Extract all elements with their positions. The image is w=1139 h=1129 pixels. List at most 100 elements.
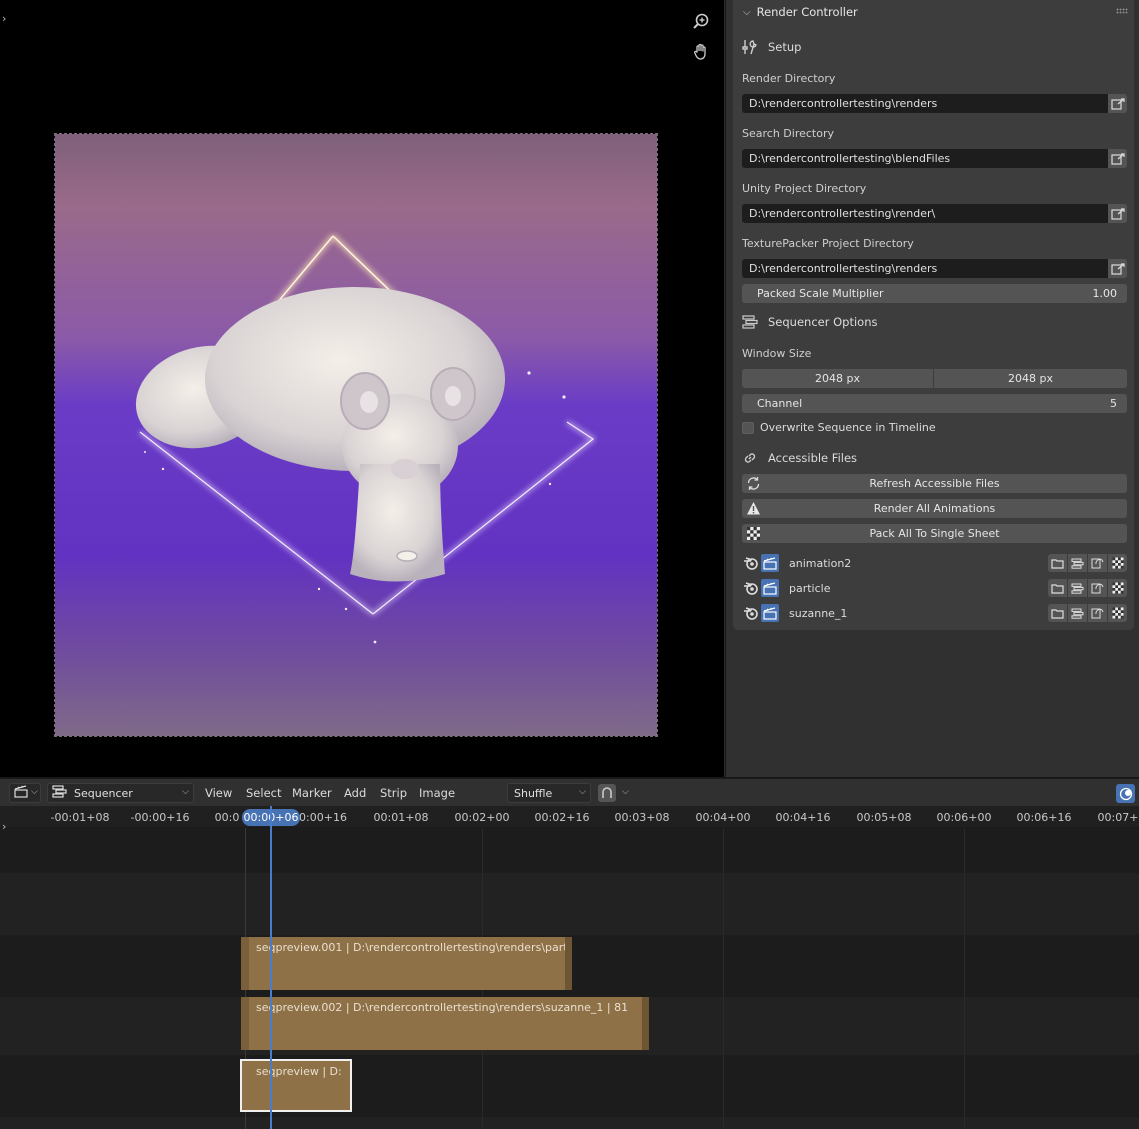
accessible-files-section: Accessible Files xyxy=(742,450,857,466)
channel-row xyxy=(0,828,1139,873)
tools-icon xyxy=(742,39,758,55)
folder-icon[interactable] xyxy=(1048,554,1067,572)
search-dir-label: Search Directory xyxy=(742,127,834,140)
sequencer-icon[interactable] xyxy=(1068,554,1087,572)
ruler-tick: 00:0 xyxy=(214,811,240,824)
ruler-tick: 00:05+08 xyxy=(856,811,912,824)
render-controller-panel: ⌵ Render Controller Setup Render Directo… xyxy=(733,0,1134,630)
checker-texture-icon[interactable] xyxy=(1108,554,1127,572)
list-item[interactable]: suzanne_1 xyxy=(742,603,1127,623)
export-file-icon[interactable] xyxy=(1088,604,1107,622)
ruler-tick: 00:02+00 xyxy=(454,811,510,824)
texturepacker-dir-field[interactable]: D:\rendercontrollertesting\renders xyxy=(742,259,1108,278)
image-strip[interactable]: seqpreview.001 | D:\rendercontrollertest… xyxy=(241,937,572,990)
window-size-label: Window Size xyxy=(742,347,812,360)
pan-hand-icon[interactable] xyxy=(691,42,711,62)
animation-name: suzanne_1 xyxy=(789,606,848,620)
sequencer-icon[interactable] xyxy=(1068,579,1087,597)
list-item[interactable]: animation2 xyxy=(742,553,1127,573)
overwrite-checkbox-row[interactable]: Overwrite Sequence in Timeline xyxy=(742,421,936,434)
folder-icon[interactable] xyxy=(1048,579,1067,597)
file-browse-icon[interactable] xyxy=(1108,149,1127,168)
sequencer-options-label: Sequencer Options xyxy=(768,315,878,329)
clapboard-icon[interactable] xyxy=(761,579,779,597)
packed-scale-label: Packed Scale Multiplier xyxy=(757,287,884,300)
image-strip[interactable]: seqpreview.002 | D:\rendercontrollertest… xyxy=(241,997,649,1050)
texturepacker-dir-label: TexturePacker Project Directory xyxy=(742,237,914,250)
ruler-tick: 00:03+08 xyxy=(614,811,670,824)
file-browse-icon[interactable] xyxy=(1108,94,1127,113)
render-dir-label: Render Directory xyxy=(742,72,836,85)
refresh-icon xyxy=(746,476,761,491)
window-height-field[interactable]: 2048 px xyxy=(934,369,1127,388)
menu-strip[interactable]: Strip xyxy=(380,786,407,800)
blender-icon[interactable] xyxy=(742,554,760,572)
time-ruler[interactable]: -00:01+08 -00:00+16 00:0 0:00+16 00:01+0… xyxy=(0,806,1139,828)
snapping-toggle[interactable]: ⌵ xyxy=(596,783,634,803)
file-browse-icon[interactable] xyxy=(1108,259,1127,278)
toolbar-toggle-icon[interactable]: › xyxy=(2,820,6,833)
menu-image[interactable]: Image xyxy=(419,786,455,800)
menu-select[interactable]: Select xyxy=(246,786,281,800)
blender-icon[interactable] xyxy=(742,579,760,597)
menu-marker[interactable]: Marker xyxy=(292,786,332,800)
overwrite-checkbox[interactable] xyxy=(742,421,754,434)
folder-icon[interactable] xyxy=(1048,604,1067,622)
playhead[interactable] xyxy=(270,806,272,1129)
menu-view[interactable]: View xyxy=(205,786,232,800)
overlap-mode-dropdown[interactable]: Shuffle ⌵ xyxy=(507,783,591,803)
unity-dir-field[interactable]: D:\rendercontrollertesting\render\ xyxy=(742,204,1108,223)
overlay-toggle-icon[interactable] xyxy=(1116,784,1135,803)
pack-all-label: Pack All To Single Sheet xyxy=(869,527,1000,540)
link-icon xyxy=(742,450,758,466)
image-strip-selected[interactable]: seqpreview | D: xyxy=(240,1059,352,1112)
search-dir-field[interactable]: D:\rendercontrollertesting\blendFiles xyxy=(742,149,1108,168)
view-type-dropdown[interactable]: Sequencer ⌵ xyxy=(47,783,194,803)
ruler-tick: 00:04+16 xyxy=(775,811,831,824)
panel-header[interactable]: ⌵ Render Controller xyxy=(743,5,858,19)
sequencer-header: ⌵ Sequencer ⌵ View Select Marker Add Str… xyxy=(0,778,1139,806)
ruler-tick: 00:07+ xyxy=(1097,811,1139,824)
chevron-down-icon: ⌵ xyxy=(622,787,629,797)
render-dir-field[interactable]: D:\rendercontrollertesting\renders xyxy=(742,94,1108,113)
overlap-mode-label: Shuffle xyxy=(514,786,553,800)
window-width-field[interactable]: 2048 px xyxy=(742,369,933,388)
magnet-icon xyxy=(598,784,616,802)
export-file-icon[interactable] xyxy=(1088,554,1107,572)
chevron-down-icon: ⌵ xyxy=(31,787,38,797)
ruler-tick: 0:00+16 xyxy=(299,811,347,824)
setup-label: Setup xyxy=(768,40,802,54)
ruler-tick: 00:06+00 xyxy=(936,811,992,824)
packed-scale-slider[interactable]: Packed Scale Multiplier 1.00 xyxy=(742,284,1127,303)
channel-value: 5 xyxy=(1110,397,1117,410)
warning-icon xyxy=(746,501,761,516)
chevron-down-icon: ⌵ xyxy=(182,787,189,797)
animation-name: particle xyxy=(789,581,831,595)
checker-texture-icon[interactable] xyxy=(1108,604,1127,622)
blender-icon[interactable] xyxy=(742,604,760,622)
file-browse-icon[interactable] xyxy=(1108,204,1127,223)
toolbar-toggle-icon[interactable]: › xyxy=(2,12,6,25)
drag-grip-icon[interactable] xyxy=(1116,8,1128,14)
channel-field[interactable]: Channel 5 xyxy=(742,394,1127,413)
render-preview-image xyxy=(54,133,658,737)
sequencer-icon[interactable] xyxy=(1068,604,1087,622)
clapboard-icon[interactable] xyxy=(761,604,779,622)
chevron-down-icon: ⌵ xyxy=(743,6,751,18)
chevron-down-icon: ⌵ xyxy=(579,787,586,797)
ruler-tick: -00:00+16 xyxy=(130,811,190,824)
pack-all-button[interactable]: Pack All To Single Sheet xyxy=(742,524,1127,543)
checker-texture-icon[interactable] xyxy=(1108,579,1127,597)
menu-add[interactable]: Add xyxy=(344,786,366,800)
editor-type-button[interactable]: ⌵ xyxy=(9,783,41,803)
export-file-icon[interactable] xyxy=(1088,579,1107,597)
channel-row xyxy=(0,1055,1139,1117)
refresh-accessible-button[interactable]: Refresh Accessible Files xyxy=(742,474,1127,493)
zoom-icon[interactable] xyxy=(691,12,711,32)
render-all-button[interactable]: Render All Animations xyxy=(742,499,1127,518)
ruler-tick: 00:02+16 xyxy=(534,811,590,824)
ruler-tick: 00:01+08 xyxy=(373,811,429,824)
clapboard-icon[interactable] xyxy=(761,554,779,572)
sequencer-timeline[interactable]: seqpreview.001 | D:\rendercontrollertest… xyxy=(0,828,1139,1129)
list-item[interactable]: particle xyxy=(742,578,1127,598)
